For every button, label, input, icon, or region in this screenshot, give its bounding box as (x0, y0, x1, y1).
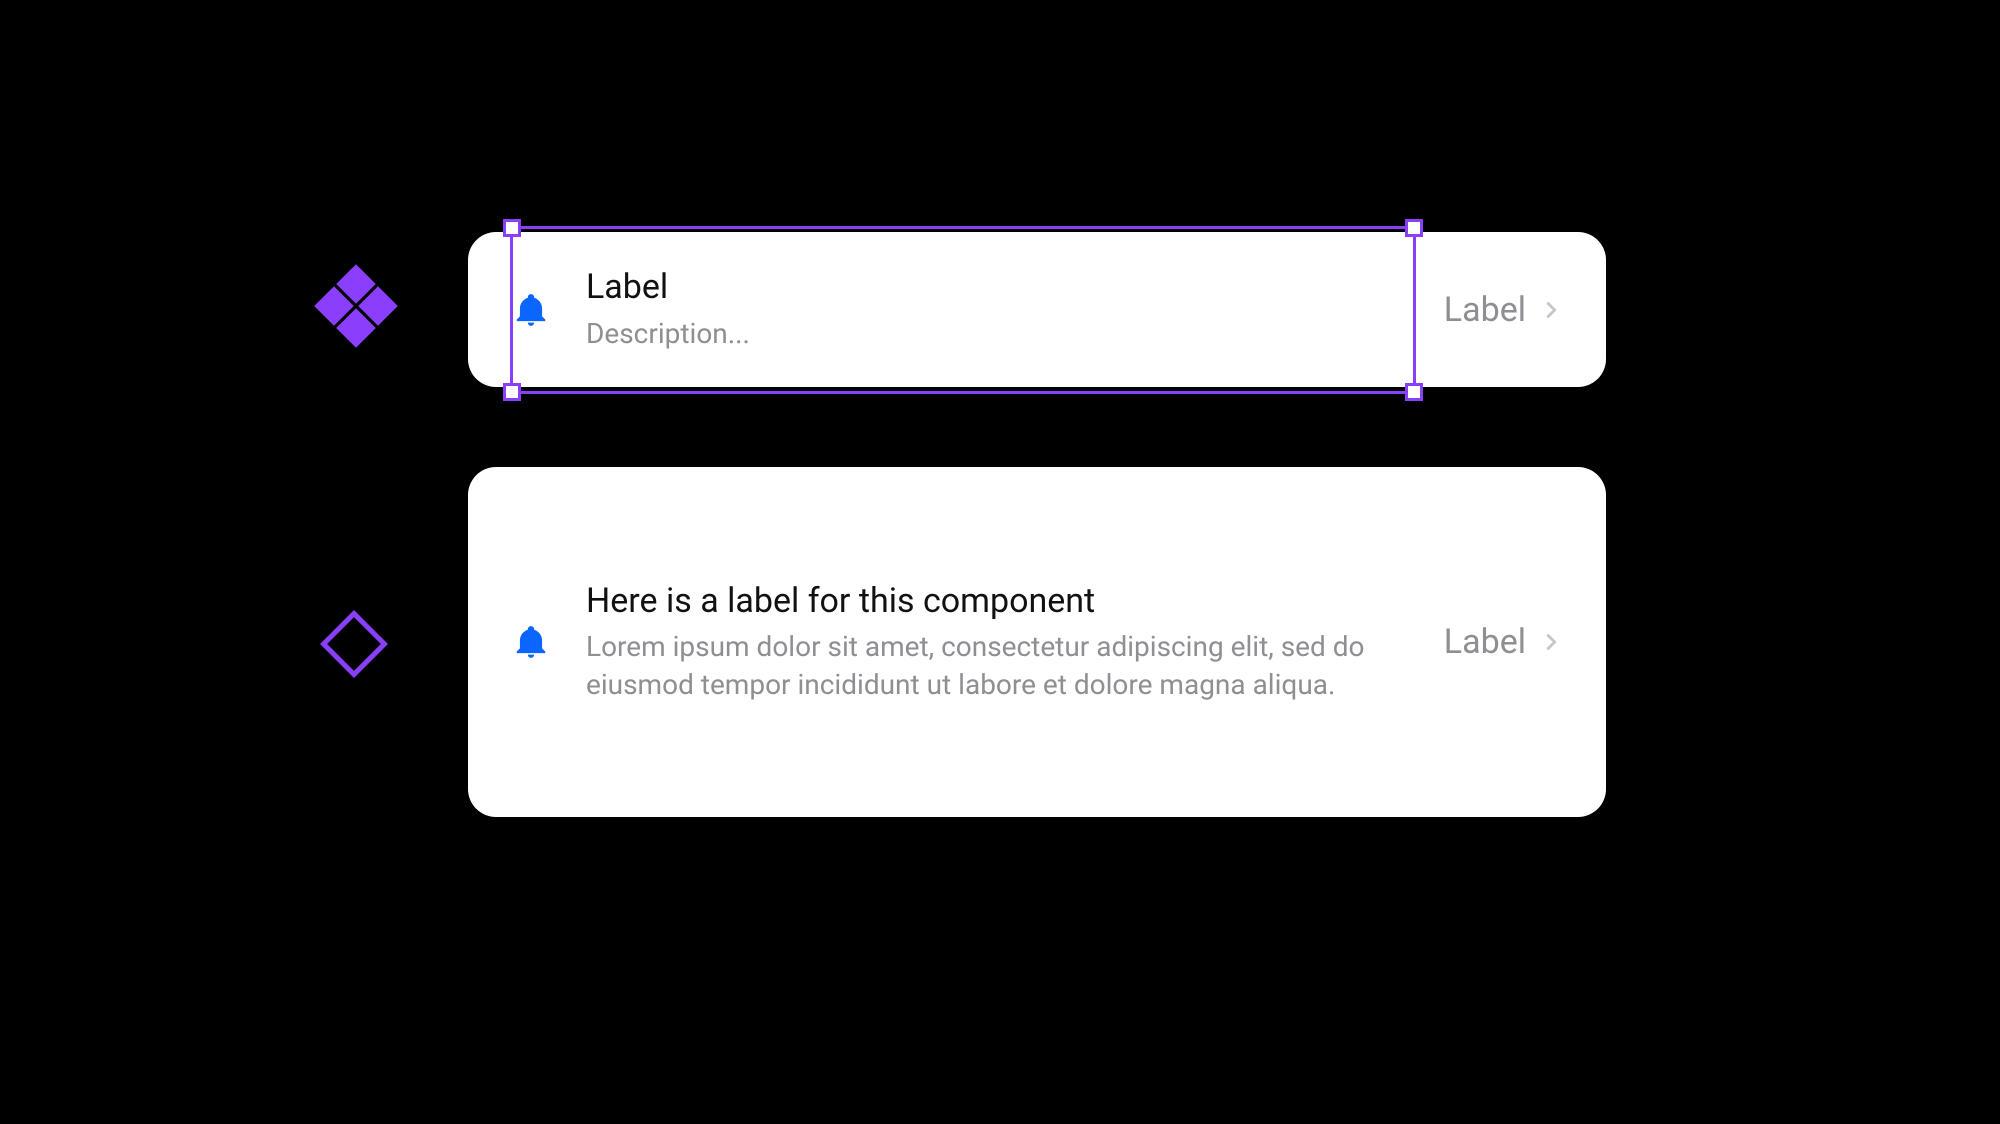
bell-icon (512, 289, 550, 331)
list-row-description: Description... (586, 315, 1408, 353)
list-row-title: Label (586, 266, 1408, 309)
list-row-text: Label Description... (586, 266, 1408, 352)
chevron-right-icon (1540, 625, 1562, 659)
component-filled-icon (320, 270, 392, 342)
list-row-instance[interactable]: Here is a label for this component Lorem… (468, 467, 1606, 817)
list-row-component[interactable]: Label Description... Label (468, 232, 1606, 387)
list-row-description: Lorem ipsum dolor sit amet, consectetur … (586, 628, 1408, 704)
bell-icon (512, 621, 550, 663)
component-outline-icon (320, 610, 388, 678)
list-row-trailing: Label (1444, 622, 1562, 662)
list-row-text: Here is a label for this component Lorem… (586, 580, 1408, 704)
list-row-trailing: Label (1444, 290, 1562, 330)
trailing-label: Label (1444, 290, 1526, 330)
trailing-label: Label (1444, 622, 1526, 662)
chevron-right-icon (1540, 293, 1562, 327)
list-row-title: Here is a label for this component (586, 580, 1408, 623)
